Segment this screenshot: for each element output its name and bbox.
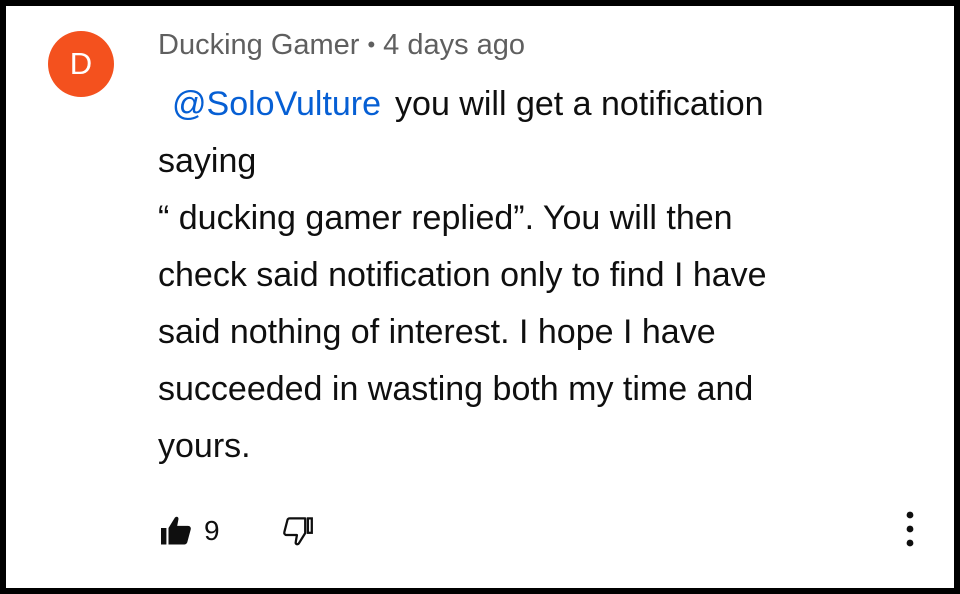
- thumbs-up-filled-icon: [161, 516, 191, 545]
- avatar[interactable]: D: [48, 31, 114, 97]
- comment-card: D Ducking Gamer • 4 days ago @SoloVultur…: [6, 6, 954, 588]
- author-name[interactable]: Ducking Gamer: [158, 29, 359, 62]
- comment-timestamp[interactable]: 4 days ago: [383, 29, 525, 62]
- comment-line: yours.: [158, 427, 251, 465]
- comment-line: saying: [158, 142, 257, 180]
- comment-line: succeeded in wasting both my time and: [158, 370, 754, 408]
- comment-header: Ducking Gamer • 4 days ago: [158, 24, 525, 66]
- comment-actions: 9: [156, 511, 318, 551]
- mention-link[interactable]: @SoloVulture: [158, 85, 395, 123]
- comment-line: “ ducking gamer replied”. You will then: [158, 199, 733, 237]
- dislike-button[interactable]: [278, 511, 318, 551]
- thumbs-down-outline-icon: [282, 517, 313, 546]
- comment-line: @SoloVulture you will get a notification: [158, 76, 918, 133]
- like-button[interactable]: [156, 511, 196, 551]
- meta-separator: •: [367, 32, 376, 57]
- like-count: 9: [204, 515, 220, 546]
- comment-line: check said notification only to find I h…: [158, 256, 767, 294]
- comment-line-text: you will get a notification: [395, 85, 764, 123]
- comment-line: said nothing of interest. I hope I have: [158, 313, 716, 351]
- more-options-button[interactable]: [890, 504, 930, 554]
- avatar-letter: D: [69, 46, 93, 81]
- comment-text: @SoloVulture you will get a notification …: [158, 76, 918, 475]
- more-vertical-icon: [906, 511, 914, 547]
